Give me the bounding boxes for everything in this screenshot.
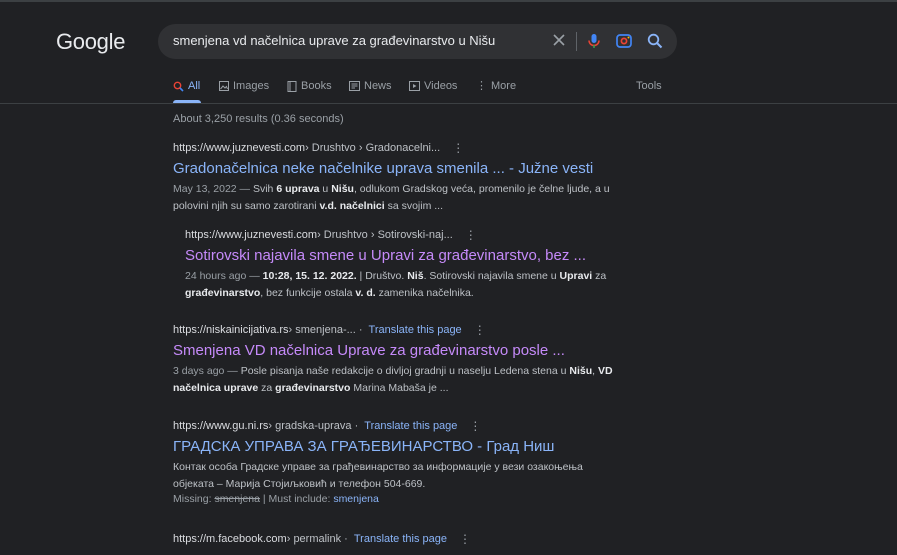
result-cite[interactable]: https://www.juznevesti.com › Drushtvo › … bbox=[173, 142, 623, 154]
tab-label: All bbox=[188, 80, 201, 92]
image-icon bbox=[219, 81, 229, 91]
result-snippet: 24 hours ago — 10:28, 15. 12. 2022. | Dr… bbox=[185, 268, 625, 302]
result-site: https://www.juznevesti.com bbox=[185, 229, 318, 241]
snippet-bold: 6 uprava bbox=[276, 183, 320, 195]
news-icon bbox=[349, 81, 360, 91]
google-logo[interactable]: Google bbox=[56, 29, 125, 55]
snippet-bold: Nišu bbox=[569, 365, 593, 377]
result-site: https://m.facebook.com bbox=[173, 533, 287, 545]
result-site: https://niskainicijativa.rs bbox=[173, 324, 289, 336]
search-icon[interactable] bbox=[646, 32, 664, 50]
more-vert-icon: ⋮ bbox=[476, 80, 487, 92]
result-snippet: Контак особа Градске управе за грађевина… bbox=[173, 461, 583, 490]
tab-images[interactable]: Images bbox=[219, 80, 269, 92]
snippet-bold: Nišu bbox=[331, 183, 354, 195]
must-include-link[interactable]: smenjena bbox=[333, 493, 379, 505]
result-title[interactable]: Sotirovski najavila smene u Upravi za gr… bbox=[185, 247, 625, 264]
all-search-icon bbox=[173, 81, 184, 92]
microphone-icon[interactable] bbox=[585, 32, 603, 50]
search-input[interactable]: smenjena vd načelnica uprave za građevin… bbox=[173, 33, 495, 48]
cite-separator: · bbox=[351, 420, 359, 432]
result-path: › gradska-uprava bbox=[268, 420, 352, 432]
tools-button[interactable]: Tools bbox=[636, 80, 662, 92]
more-options-icon[interactable]: ⋮ bbox=[459, 533, 471, 545]
tab-label: Videos bbox=[424, 80, 458, 92]
result-site: https://www.gu.ni.rs bbox=[173, 420, 269, 432]
snippet-bold: v.d. načelnici bbox=[319, 200, 385, 212]
translate-link[interactable]: Translate this page bbox=[364, 420, 457, 432]
more-options-icon[interactable]: ⋮ bbox=[465, 229, 477, 241]
result-date: 3 days ago — bbox=[173, 365, 241, 377]
cite-separator: · bbox=[341, 533, 348, 545]
snippet-bold: v. d. bbox=[355, 287, 376, 299]
more-options-icon[interactable]: ⋮ bbox=[469, 420, 481, 432]
top-border bbox=[0, 0, 897, 2]
tab-more[interactable]: ⋮ More bbox=[476, 80, 516, 92]
search-result: https://niskainicijativa.rs › smenjena-.… bbox=[173, 324, 623, 397]
result-cite[interactable]: https://m.facebook.com › permalink · Tra… bbox=[173, 533, 471, 545]
snippet-text: Posle pisanja naše redakcije o divljoj g… bbox=[240, 365, 570, 377]
snippet-text: za bbox=[592, 270, 607, 282]
book-icon bbox=[287, 80, 297, 92]
snippet-text: zamenika načelnika. bbox=[375, 287, 474, 299]
tab-news[interactable]: News bbox=[349, 80, 392, 92]
result-date: May 13, 2022 — bbox=[173, 183, 253, 195]
result-site: https://www.juznevesti.com bbox=[173, 142, 306, 154]
tab-all[interactable]: All bbox=[173, 80, 200, 92]
snippet-bold: Niš bbox=[407, 270, 424, 282]
result-path: › permalink bbox=[286, 533, 342, 545]
snippet-text: , bez funkcije ostala bbox=[260, 287, 356, 299]
tab-label: Images bbox=[233, 80, 270, 92]
result-path: › Drushtvo › Sotirovski-naj... bbox=[317, 229, 453, 241]
snippet-text: sa svojim ... bbox=[384, 200, 444, 212]
search-box[interactable]: smenjena vd načelnica uprave za građevin… bbox=[158, 24, 677, 59]
result-snippet: 3 days ago — Posle pisanja naše redakcij… bbox=[173, 363, 623, 397]
snippet-bold: građevinarstvo bbox=[185, 287, 261, 299]
result-cite[interactable]: https://www.juznevesti.com › Drushtvo › … bbox=[185, 229, 625, 241]
must-include-label: | Must include: bbox=[259, 493, 334, 505]
snippet-text: u bbox=[319, 183, 332, 195]
missing-label: Missing: bbox=[173, 493, 215, 505]
search-result: https://www.gu.ni.rs › gradska-uprava · … bbox=[173, 420, 623, 505]
result-snippet: May 13, 2022 — Svih 6 uprava u Nišu, odl… bbox=[173, 181, 623, 215]
snippet-text: za bbox=[258, 382, 276, 394]
cite-separator: · bbox=[355, 324, 363, 336]
result-title[interactable]: Gradonačelnica neke načelnike uprava sme… bbox=[173, 160, 623, 177]
snippet-text: | Društvo. bbox=[356, 270, 408, 282]
snippet-bold: 10:28, 15. 12. 2022. bbox=[262, 270, 357, 282]
tab-label: News bbox=[364, 80, 392, 92]
result-title[interactable]: Smenjena VD načelnica Uprave za građevin… bbox=[173, 342, 623, 359]
search-result: https://www.juznevesti.com › Drushtvo › … bbox=[173, 142, 623, 215]
google-lens-icon[interactable] bbox=[615, 32, 633, 50]
more-options-icon[interactable]: ⋮ bbox=[474, 324, 486, 336]
snippet-bold: građevinarstvo bbox=[275, 382, 351, 394]
snippet-bold: Upravi bbox=[559, 270, 593, 282]
snippet-text: Svih bbox=[252, 183, 277, 195]
tab-videos[interactable]: Videos bbox=[409, 80, 457, 92]
result-date: 24 hours ago — bbox=[185, 270, 263, 282]
video-icon bbox=[409, 81, 420, 91]
result-cite[interactable]: https://www.gu.ni.rs › gradska-uprava · … bbox=[173, 420, 623, 432]
search-result: https://m.facebook.com › permalink · Tra… bbox=[173, 533, 471, 545]
translate-link[interactable]: Translate this page bbox=[369, 324, 462, 336]
search-result-indented: https://www.juznevesti.com › Drushtvo › … bbox=[185, 229, 625, 302]
tab-books[interactable]: Books bbox=[287, 80, 332, 92]
tab-label: Books bbox=[301, 80, 332, 92]
result-stats: About 3,250 results (0.36 seconds) bbox=[173, 113, 344, 125]
result-title[interactable]: ГРАДСКА УПРАВА ЗА ГРАЂЕВИНАРСТВО - Град … bbox=[173, 438, 623, 455]
missing-terms: Missing: smenjena | Must include: smenje… bbox=[173, 493, 623, 505]
translate-link[interactable]: Translate this page bbox=[354, 533, 447, 545]
clear-icon[interactable] bbox=[550, 31, 568, 49]
result-path: › smenjena-... bbox=[288, 324, 356, 336]
tab-label: More bbox=[491, 80, 517, 92]
result-cite[interactable]: https://niskainicijativa.rs › smenjena-.… bbox=[173, 324, 623, 336]
search-divider bbox=[576, 32, 577, 51]
missing-word: smenjena bbox=[214, 493, 260, 505]
more-options-icon[interactable]: ⋮ bbox=[452, 142, 464, 154]
snippet-text: Marina Mabaša je ... bbox=[350, 382, 449, 394]
snippet-text: . Sotirovski najavila smene u bbox=[423, 270, 560, 282]
header-divider bbox=[0, 103, 897, 104]
result-path: › Drushtvo › Gradonacelni... bbox=[305, 142, 441, 154]
